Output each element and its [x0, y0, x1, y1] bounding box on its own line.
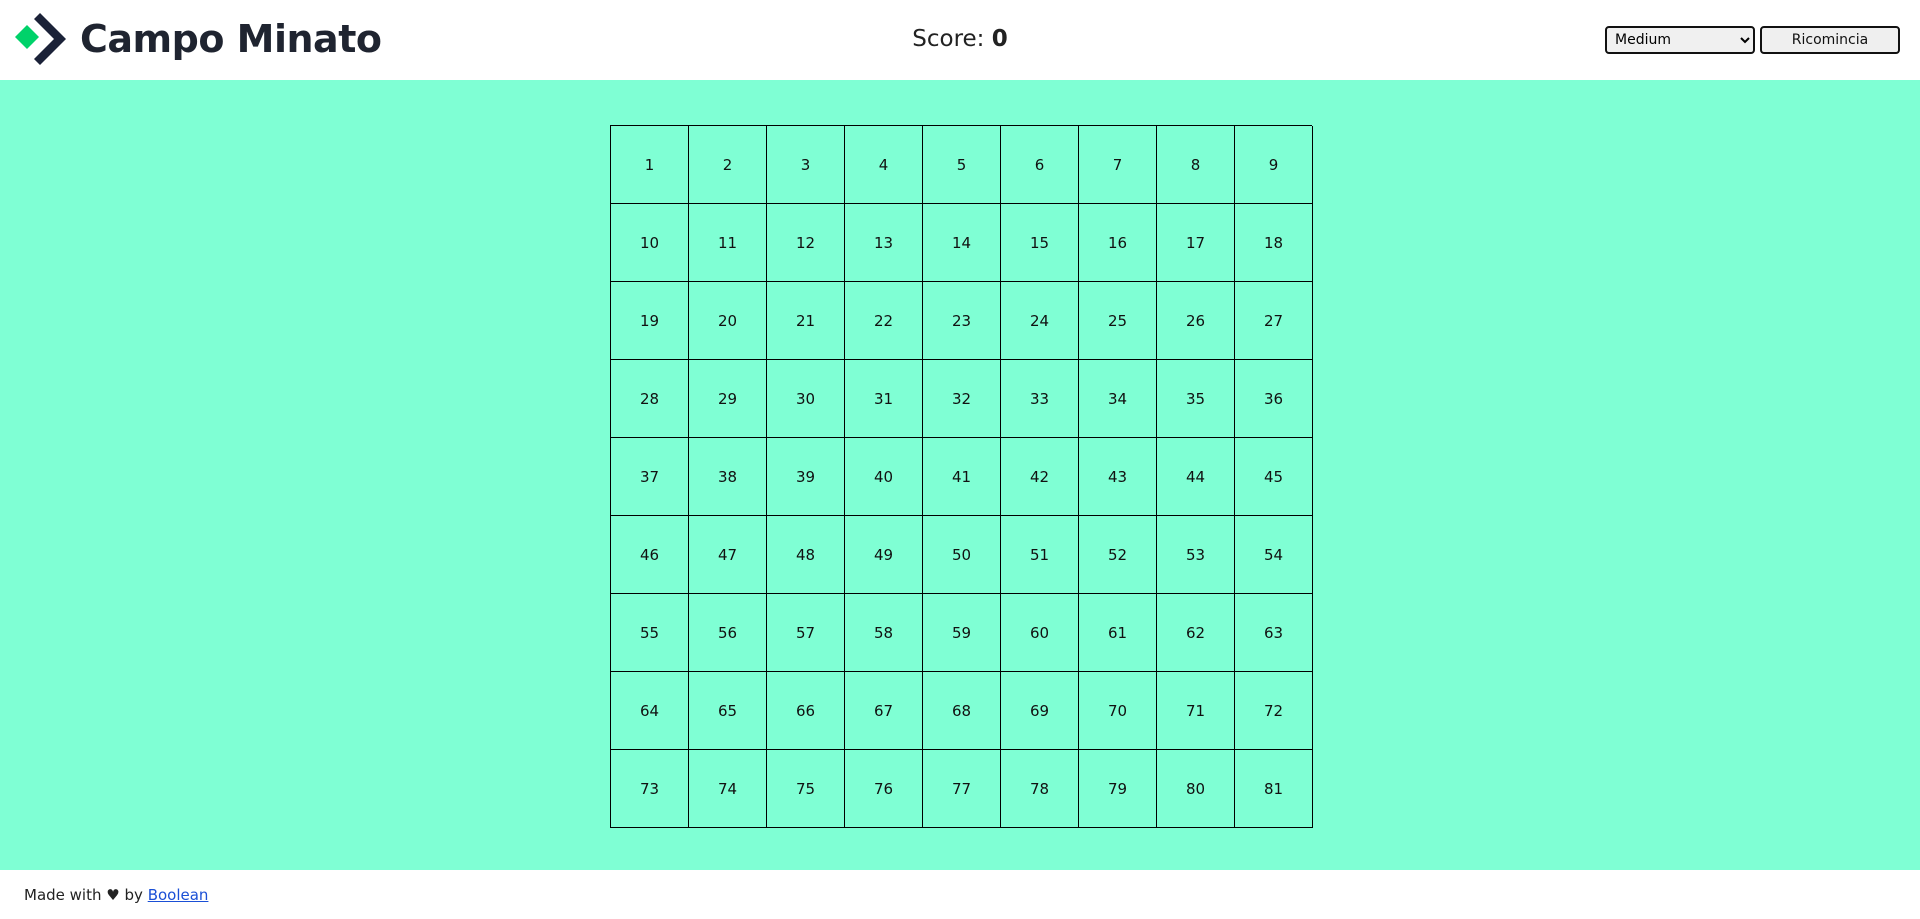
- grid-cell[interactable]: 62: [1157, 594, 1235, 672]
- grid-cell[interactable]: 63: [1235, 594, 1313, 672]
- brand: Campo Minato: [14, 13, 382, 65]
- grid-cell[interactable]: 55: [611, 594, 689, 672]
- grid-cell[interactable]: 12: [767, 204, 845, 282]
- grid-cell[interactable]: 20: [689, 282, 767, 360]
- grid-cell[interactable]: 73: [611, 750, 689, 828]
- grid-cell[interactable]: 47: [689, 516, 767, 594]
- footer: Made with ♥ by Boolean: [0, 870, 1920, 919]
- grid-cell[interactable]: 53: [1157, 516, 1235, 594]
- footer-prefix: Made with: [24, 886, 102, 904]
- grid-cell[interactable]: 22: [845, 282, 923, 360]
- grid-cell[interactable]: 30: [767, 360, 845, 438]
- grid-cell[interactable]: 24: [1001, 282, 1079, 360]
- grid-cell[interactable]: 27: [1235, 282, 1313, 360]
- grid-cell[interactable]: 33: [1001, 360, 1079, 438]
- grid-cell[interactable]: 36: [1235, 360, 1313, 438]
- grid-cell[interactable]: 61: [1079, 594, 1157, 672]
- grid-cell[interactable]: 21: [767, 282, 845, 360]
- boolean-link[interactable]: Boolean: [148, 886, 209, 904]
- grid-cell[interactable]: 19: [611, 282, 689, 360]
- grid-cell[interactable]: 65: [689, 672, 767, 750]
- grid-cell[interactable]: 10: [611, 204, 689, 282]
- grid-cell[interactable]: 42: [1001, 438, 1079, 516]
- grid-cell[interactable]: 72: [1235, 672, 1313, 750]
- grid-cell[interactable]: 76: [845, 750, 923, 828]
- grid-cell[interactable]: 74: [689, 750, 767, 828]
- score-label: Score:: [912, 26, 985, 52]
- grid-cell[interactable]: 45: [1235, 438, 1313, 516]
- grid-cell[interactable]: 35: [1157, 360, 1235, 438]
- grid-cell[interactable]: 9: [1235, 126, 1313, 204]
- grid-cell[interactable]: 39: [767, 438, 845, 516]
- grid-cell[interactable]: 25: [1079, 282, 1157, 360]
- minefield-grid: 1 2 3 4 5 6 7 8 9 10 11 12 13 14 15 16 17 18 19 20 21 22 23 24 2…: [610, 125, 1313, 828]
- grid-cell[interactable]: 11: [689, 204, 767, 282]
- grid-cell[interactable]: 13: [845, 204, 923, 282]
- grid-cell[interactable]: 28: [611, 360, 689, 438]
- grid-cell[interactable]: 51: [1001, 516, 1079, 594]
- app-title: Campo Minato: [80, 17, 382, 61]
- grid-cell[interactable]: 17: [1157, 204, 1235, 282]
- app-header: Campo Minato Score: 0 Medium Ricomincia: [0, 0, 1920, 80]
- grid-cell[interactable]: 48: [767, 516, 845, 594]
- grid-cell[interactable]: 60: [1001, 594, 1079, 672]
- grid-cell[interactable]: 70: [1079, 672, 1157, 750]
- grid-cell[interactable]: 59: [923, 594, 1001, 672]
- score-value: 0: [991, 26, 1008, 52]
- footer-credit: Made with ♥ by Boolean: [24, 886, 208, 904]
- heart-icon: ♥: [106, 886, 120, 904]
- grid-cell[interactable]: 32: [923, 360, 1001, 438]
- difficulty-select[interactable]: Medium: [1605, 26, 1755, 54]
- grid-cell[interactable]: 46: [611, 516, 689, 594]
- grid-cell[interactable]: 56: [689, 594, 767, 672]
- grid-cell[interactable]: 50: [923, 516, 1001, 594]
- grid-cell[interactable]: 64: [611, 672, 689, 750]
- grid-cell[interactable]: 78: [1001, 750, 1079, 828]
- boolean-logo-icon: [15, 13, 66, 65]
- grid-cell[interactable]: 58: [845, 594, 923, 672]
- grid-cell[interactable]: 18: [1235, 204, 1313, 282]
- grid-cell[interactable]: 4: [845, 126, 923, 204]
- grid-cell[interactable]: 67: [845, 672, 923, 750]
- game-area: 1 2 3 4 5 6 7 8 9 10 11 12 13 14 15 16 17 18 19 20 21 22 23 24 2…: [0, 80, 1920, 870]
- grid-cell[interactable]: 81: [1235, 750, 1313, 828]
- grid-cell[interactable]: 77: [923, 750, 1001, 828]
- grid-cell[interactable]: 16: [1079, 204, 1157, 282]
- score-display: Score: 0: [810, 26, 1110, 52]
- restart-button[interactable]: Ricomincia: [1760, 26, 1900, 54]
- grid-cell[interactable]: 14: [923, 204, 1001, 282]
- grid-cell[interactable]: 6: [1001, 126, 1079, 204]
- grid-cell[interactable]: 34: [1079, 360, 1157, 438]
- grid-cell[interactable]: 29: [689, 360, 767, 438]
- grid-cell[interactable]: 66: [767, 672, 845, 750]
- grid-cell[interactable]: 15: [1001, 204, 1079, 282]
- grid-cell[interactable]: 69: [1001, 672, 1079, 750]
- controls: Medium Ricomincia: [1605, 26, 1900, 54]
- grid-cell[interactable]: 79: [1079, 750, 1157, 828]
- grid-cell[interactable]: 3: [767, 126, 845, 204]
- grid-cell[interactable]: 5: [923, 126, 1001, 204]
- grid-cell[interactable]: 54: [1235, 516, 1313, 594]
- grid-cell[interactable]: 49: [845, 516, 923, 594]
- grid-cell[interactable]: 71: [1157, 672, 1235, 750]
- grid-cell[interactable]: 7: [1079, 126, 1157, 204]
- grid-cell[interactable]: 75: [767, 750, 845, 828]
- grid-cell[interactable]: 38: [689, 438, 767, 516]
- grid-cell[interactable]: 57: [767, 594, 845, 672]
- grid-cell[interactable]: 43: [1079, 438, 1157, 516]
- grid-cell[interactable]: 31: [845, 360, 923, 438]
- grid-cell[interactable]: 44: [1157, 438, 1235, 516]
- grid-cell[interactable]: 1: [611, 126, 689, 204]
- footer-by: by: [124, 886, 143, 904]
- grid-cell[interactable]: 23: [923, 282, 1001, 360]
- grid-cell[interactable]: 52: [1079, 516, 1157, 594]
- grid-cell[interactable]: 26: [1157, 282, 1235, 360]
- grid-cell[interactable]: 37: [611, 438, 689, 516]
- grid-cell[interactable]: 40: [845, 438, 923, 516]
- grid-cell[interactable]: 41: [923, 438, 1001, 516]
- grid-cell[interactable]: 68: [923, 672, 1001, 750]
- grid-cell[interactable]: 8: [1157, 126, 1235, 204]
- grid-cell[interactable]: 80: [1157, 750, 1235, 828]
- grid-cell[interactable]: 2: [689, 126, 767, 204]
